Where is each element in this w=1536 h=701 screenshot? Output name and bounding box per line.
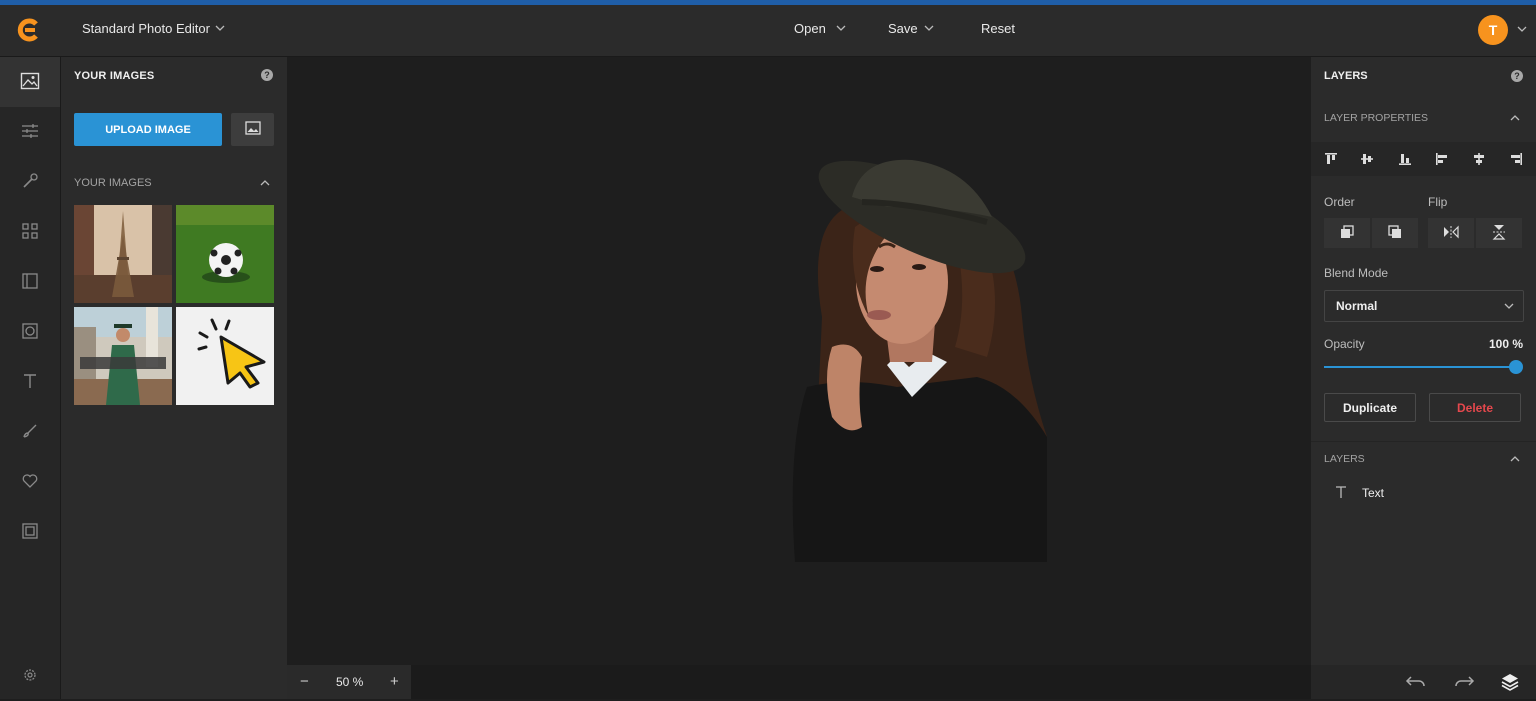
undo-icon[interactable]: [1405, 672, 1427, 693]
order-label: Order: [1324, 195, 1355, 209]
graduate-thumbnail[interactable]: [74, 307, 172, 405]
layer-label: Text: [1362, 486, 1385, 500]
bring-forward-button[interactable]: [1372, 218, 1418, 248]
align-top-icon[interactable]: [1324, 152, 1338, 169]
image-icon: [20, 72, 40, 93]
help-icon[interactable]: ?: [1511, 70, 1523, 82]
layers-panel-title: LAYERS: [1324, 70, 1368, 82]
rail-border-button[interactable]: [0, 507, 60, 557]
opacity-label: Opacity: [1324, 337, 1365, 351]
opacity-slider[interactable]: [1324, 366, 1517, 368]
adjust-sliders-icon: [21, 123, 39, 142]
zoom-level[interactable]: 50 %: [336, 675, 363, 689]
layer-list-item[interactable]: Text: [1324, 483, 1524, 503]
text-icon: [1334, 485, 1348, 502]
rail-images-button[interactable]: [0, 57, 60, 107]
heart-icon: [21, 472, 39, 493]
layer-properties-label: LAYER PROPERTIES: [1324, 112, 1429, 124]
app-title[interactable]: Standard Photo Editor: [82, 21, 210, 36]
align-left-icon[interactable]: [1435, 152, 1449, 169]
panel-title: YOUR IMAGES: [74, 70, 155, 82]
divider: [1311, 441, 1536, 442]
history-bar: [1311, 665, 1536, 699]
help-icon[interactable]: ?: [261, 69, 273, 81]
chevron-up-icon[interactable]: [1509, 112, 1521, 127]
rail-effects-button[interactable]: [0, 157, 60, 207]
rail-text-button[interactable]: [0, 357, 60, 407]
rail-favorites-button[interactable]: [0, 457, 60, 507]
editor-canvas[interactable]: [287, 57, 1311, 665]
duplicate-button[interactable]: Duplicate: [1324, 393, 1416, 422]
portrait-photo[interactable]: [287, 57, 1311, 665]
chevron-down-icon: [1503, 300, 1515, 315]
soccer-ball-thumbnail[interactable]: [176, 205, 274, 303]
brush-icon: [21, 422, 39, 443]
chevron-up-icon[interactable]: [259, 177, 271, 192]
grid-icon: [21, 222, 39, 243]
align-middle-icon[interactable]: [1360, 152, 1374, 169]
chevron-down-icon[interactable]: [1516, 23, 1528, 38]
align-center-icon[interactable]: [1472, 152, 1486, 169]
zoom-in-button[interactable]: +: [390, 673, 399, 690]
delete-button[interactable]: Delete: [1429, 393, 1521, 422]
text-icon: [21, 372, 39, 393]
reset-button[interactable]: Reset: [981, 21, 1015, 36]
user-avatar[interactable]: T: [1478, 15, 1508, 45]
rail-layout-button[interactable]: [0, 207, 60, 257]
images-panel: YOUR IMAGES ? UPLOAD IMAGE YOUR IMAGES: [61, 57, 287, 699]
layers-section-label: LAYERS: [1324, 453, 1365, 465]
layers-panel: LAYERS ? LAYER PROPERTIES Order Flip Ble…: [1311, 57, 1536, 665]
chevron-up-icon[interactable]: [1509, 453, 1521, 468]
zoom-out-button[interactable]: −: [300, 673, 309, 690]
opacity-value: 100 %: [1489, 337, 1524, 351]
upload-image-button[interactable]: UPLOAD IMAGE: [74, 113, 222, 146]
opacity-slider-handle[interactable]: [1509, 360, 1523, 374]
rail-adjust-button[interactable]: [0, 107, 60, 157]
flip-vertical-icon: [1492, 224, 1506, 243]
top-bar: Standard Photo Editor Open Save Reset T: [0, 5, 1536, 57]
image-library-button[interactable]: [231, 113, 274, 146]
bring-forward-icon: [1388, 224, 1402, 242]
blend-mode-label: Blend Mode: [1324, 266, 1389, 280]
tool-rail: [0, 57, 61, 699]
align-bottom-icon[interactable]: [1398, 152, 1412, 169]
rail-panel-button[interactable]: [0, 257, 60, 307]
chevron-down-icon[interactable]: [923, 22, 935, 37]
cursor-click-thumbnail[interactable]: [176, 307, 274, 405]
alignment-toolbar: [1311, 142, 1536, 176]
flip-horizontal-icon: [1443, 225, 1459, 242]
zoom-controls: − 50 % +: [287, 665, 411, 699]
send-backward-icon: [1340, 224, 1354, 242]
flip-label: Flip: [1428, 195, 1448, 209]
flip-horizontal-button[interactable]: [1428, 218, 1474, 248]
chevron-down-icon[interactable]: [214, 22, 226, 37]
zoom-bar: − 50 % +: [287, 665, 1311, 699]
circle-frame-icon: [21, 322, 39, 343]
settings-icon: [22, 667, 38, 686]
align-right-icon[interactable]: [1509, 152, 1523, 169]
open-menu[interactable]: Open: [794, 21, 826, 36]
blend-mode-value: Normal: [1336, 299, 1378, 313]
layers-toggle-icon[interactable]: [1500, 672, 1520, 695]
flip-vertical-button[interactable]: [1476, 218, 1522, 248]
eiffel-tower-thumbnail[interactable]: [74, 205, 172, 303]
rail-settings-button[interactable]: [0, 651, 60, 701]
chevron-down-icon[interactable]: [835, 22, 847, 37]
redo-icon[interactable]: [1453, 672, 1475, 693]
save-menu[interactable]: Save: [888, 21, 918, 36]
frame-icon: [21, 522, 39, 543]
panel-icon: [21, 272, 39, 293]
blend-mode-select[interactable]: Normal: [1324, 290, 1524, 322]
send-backward-button[interactable]: [1324, 218, 1370, 248]
rail-draw-button[interactable]: [0, 407, 60, 457]
rail-frame-button[interactable]: [0, 307, 60, 357]
magic-wand-icon: [21, 172, 39, 193]
image-icon: [244, 121, 261, 138]
app-logo-icon[interactable]: [16, 18, 42, 42]
section-label: YOUR IMAGES: [74, 177, 152, 189]
